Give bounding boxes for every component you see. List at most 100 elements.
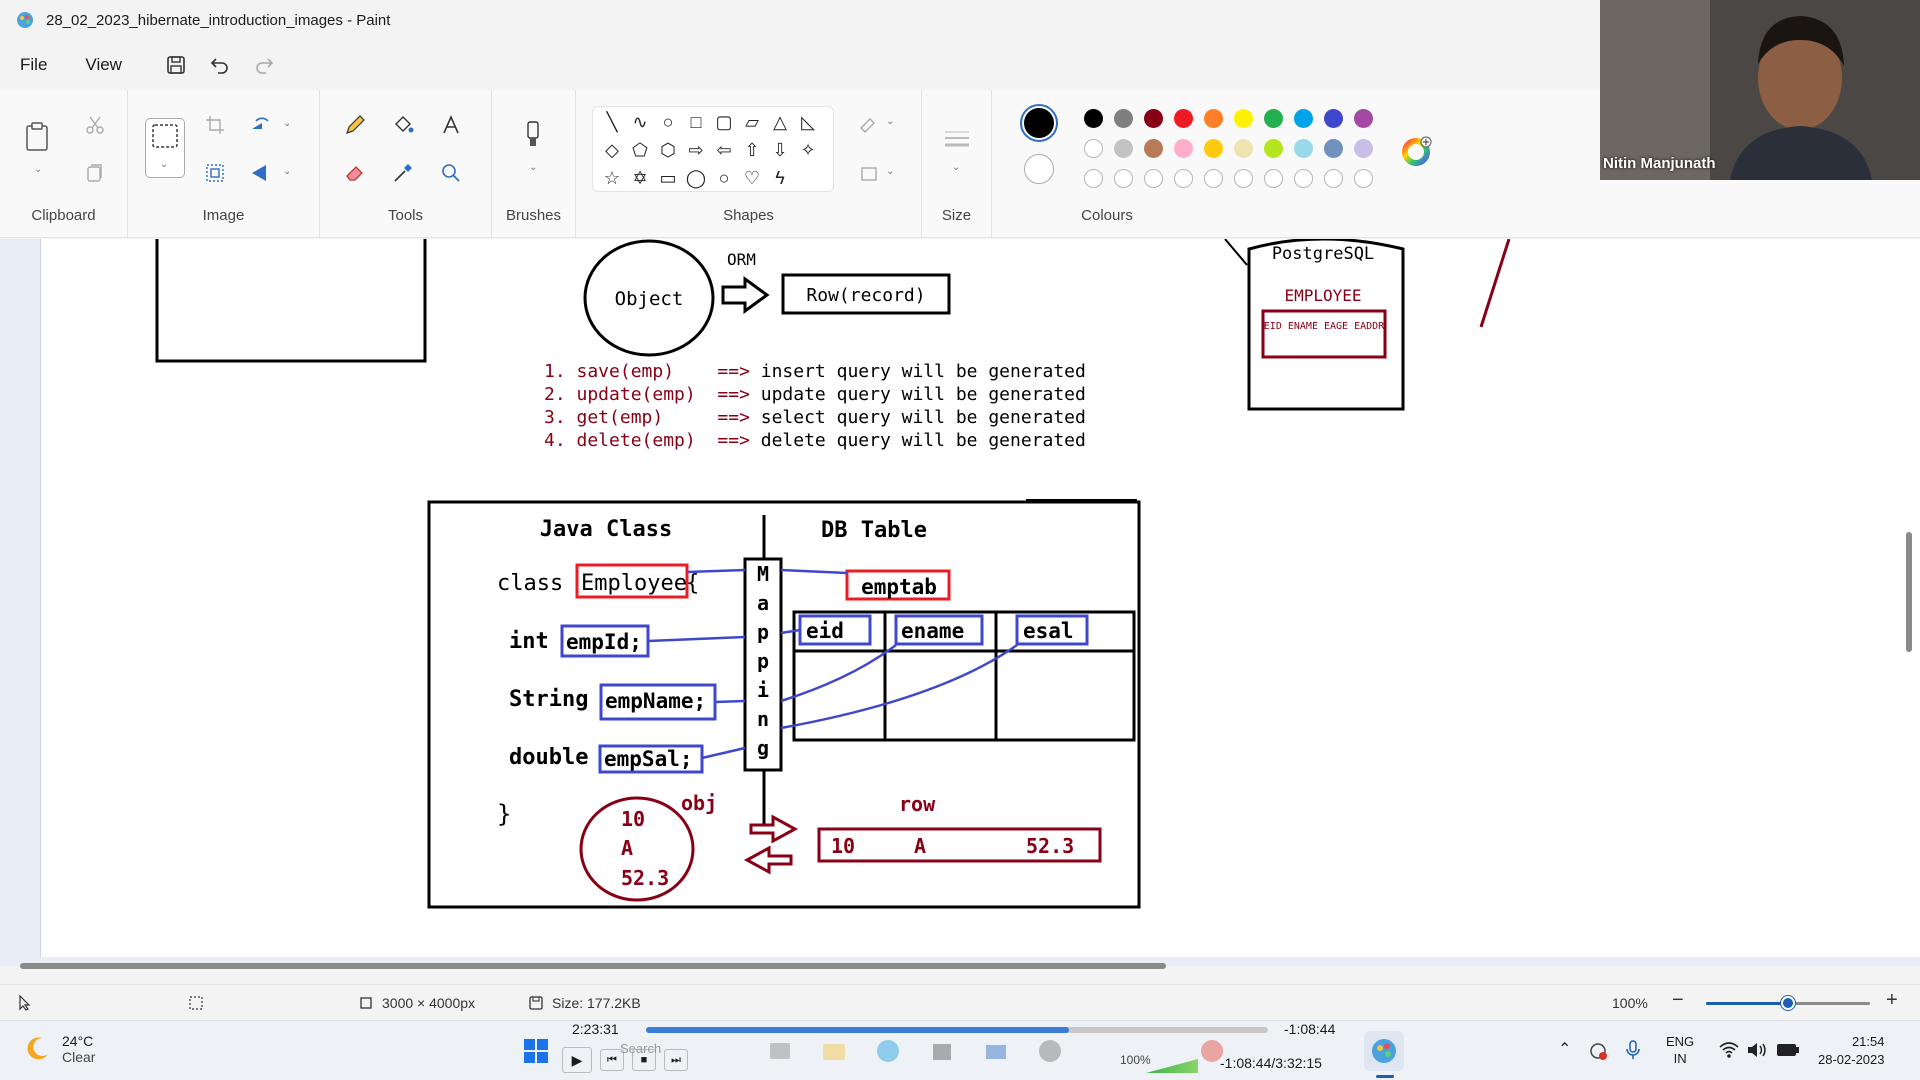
crop-button[interactable] (198, 108, 232, 142)
empty-colour-slot[interactable] (1294, 169, 1313, 188)
colour-swatch[interactable] (1324, 139, 1343, 158)
undo-button[interactable] (202, 47, 238, 83)
cut-button[interactable] (78, 108, 112, 142)
outline-button[interactable] (852, 106, 886, 140)
edit-colours-button[interactable] (1402, 136, 1432, 166)
eraser-tool[interactable] (338, 156, 372, 190)
six-point-star-shape-icon[interactable]: ✡ (629, 167, 651, 189)
empty-colour-slot[interactable] (1204, 169, 1223, 188)
colour-swatch[interactable] (1234, 109, 1253, 128)
menu-file[interactable]: File (10, 47, 57, 83)
size-button[interactable] (940, 122, 974, 156)
colour-swatch[interactable] (1234, 139, 1253, 158)
clock[interactable]: 21:54 28-02-2023 (1818, 1033, 1885, 1069)
triangle-shape-icon[interactable]: △ (769, 111, 791, 133)
speaker-icon[interactable] (1746, 1041, 1768, 1059)
lightning-shape-icon[interactable]: ϟ (769, 167, 791, 189)
magnifier-tool[interactable] (434, 156, 468, 190)
empty-colour-slot[interactable] (1354, 169, 1373, 188)
colour-swatch[interactable] (1114, 109, 1133, 128)
fill-tool[interactable] (386, 108, 420, 142)
curve-shape-icon[interactable]: ∿ (629, 111, 651, 133)
horizontal-scrollbar[interactable] (20, 963, 1166, 969)
colour-swatch[interactable] (1144, 109, 1163, 128)
colour-swatch[interactable] (1204, 109, 1223, 128)
empty-colour-slot[interactable] (1114, 169, 1133, 188)
right-arrow-shape-icon[interactable]: ⇨ (685, 139, 707, 161)
colour-swatch[interactable] (1174, 139, 1193, 158)
zoom-slider-thumb[interactable] (1781, 996, 1795, 1010)
empty-colour-slot[interactable] (1234, 169, 1253, 188)
diamond-shape-icon[interactable]: ◇ (601, 139, 623, 161)
battery-icon[interactable] (1776, 1042, 1800, 1058)
colour-swatch[interactable] (1204, 139, 1223, 158)
empty-colour-slot[interactable] (1084, 169, 1103, 188)
right-triangle-shape-icon[interactable]: ◺ (797, 111, 819, 133)
colour-swatch[interactable] (1144, 139, 1163, 158)
colour-swatch[interactable] (1084, 109, 1103, 128)
colour-swatch[interactable] (1174, 109, 1193, 128)
empty-colour-slot[interactable] (1144, 169, 1163, 188)
pencil-tool[interactable] (338, 108, 372, 142)
colour-swatch[interactable] (1114, 139, 1133, 158)
paste-button[interactable] (20, 120, 54, 154)
taskbar-app[interactable] (814, 1031, 854, 1071)
five-point-star-shape-icon[interactable]: ☆ (601, 167, 623, 189)
rotate-dropdown-icon[interactable]: ⌄ (283, 118, 291, 129)
colour-swatch[interactable] (1354, 109, 1373, 128)
primary-colour[interactable] (1020, 104, 1058, 142)
paste-dropdown-icon[interactable]: ⌄ (34, 164, 42, 175)
color-picker-tool[interactable] (386, 156, 420, 190)
volume-bar[interactable] (1146, 1059, 1198, 1073)
fill-shape-dropdown-icon[interactable]: ⌄ (886, 166, 894, 177)
colour-swatch[interactable] (1294, 109, 1313, 128)
start-button[interactable] (516, 1031, 556, 1071)
show-hidden-icons[interactable]: ⌃ (1558, 1039, 1571, 1059)
heart-shape-icon[interactable]: ♡ (741, 167, 763, 189)
zoom-slider[interactable] (1706, 996, 1870, 1010)
colour-swatch[interactable] (1084, 139, 1103, 158)
rotate-button[interactable] (244, 108, 278, 142)
cloud-callout-shape-icon[interactable]: ○ (713, 167, 735, 189)
taskbar-app[interactable] (868, 1031, 908, 1071)
brushes-button[interactable] (516, 118, 550, 152)
rectangle-shape-icon[interactable]: □ (685, 111, 707, 133)
oval-shape-icon[interactable]: ○ (657, 111, 679, 133)
play-button[interactable]: ▶ (562, 1047, 592, 1073)
drawing-canvas[interactable]: Object ORM Row(record) PostgreSQL EMPLOY… (40, 239, 1920, 957)
weather-widget[interactable]: 24°C Clear (22, 1033, 95, 1065)
flip-dropdown-icon[interactable]: ⌄ (283, 166, 291, 177)
language-indicator[interactable]: ENG IN (1666, 1033, 1694, 1067)
rect-callout-shape-icon[interactable]: ▭ (657, 167, 679, 189)
taskbar-app[interactable] (1030, 1031, 1070, 1071)
taskbar-app[interactable] (1192, 1031, 1232, 1071)
oval-callout-shape-icon[interactable]: ◯ (685, 167, 707, 189)
security-icon[interactable] (1588, 1041, 1608, 1061)
taskbar-app[interactable] (976, 1031, 1016, 1071)
brushes-dropdown-icon[interactable]: ⌄ (529, 162, 537, 173)
colour-swatch[interactable] (1264, 139, 1283, 158)
empty-colour-slot[interactable] (1264, 169, 1283, 188)
microphone-icon[interactable] (1624, 1039, 1642, 1061)
save-button[interactable] (158, 47, 194, 83)
colour-swatch[interactable] (1324, 109, 1343, 128)
colour-swatch[interactable] (1354, 139, 1373, 158)
select-button[interactable]: ⌄ (145, 118, 185, 178)
secondary-colour[interactable] (1024, 154, 1054, 184)
redo-button[interactable] (246, 47, 282, 83)
empty-colour-slot[interactable] (1174, 169, 1193, 188)
taskbar-app[interactable] (760, 1031, 800, 1071)
polygon-shape-icon[interactable]: ▱ (741, 111, 763, 133)
up-arrow-shape-icon[interactable]: ⇧ (741, 139, 763, 161)
outline-dropdown-icon[interactable]: ⌄ (886, 116, 894, 127)
rounded-rectangle-shape-icon[interactable]: ▢ (713, 111, 735, 133)
forward-button[interactable]: ⏭ (664, 1049, 688, 1071)
flip-button[interactable] (244, 156, 278, 190)
taskbar-app[interactable] (922, 1031, 962, 1071)
colour-swatch[interactable] (1294, 139, 1313, 158)
hexagon-shape-icon[interactable]: ⬡ (657, 139, 679, 161)
pentagon-shape-icon[interactable]: ⬠ (629, 139, 651, 161)
vertical-scrollbar[interactable] (1906, 532, 1912, 652)
size-dropdown-icon[interactable]: ⌄ (952, 162, 960, 173)
wifi-icon[interactable] (1718, 1041, 1740, 1059)
